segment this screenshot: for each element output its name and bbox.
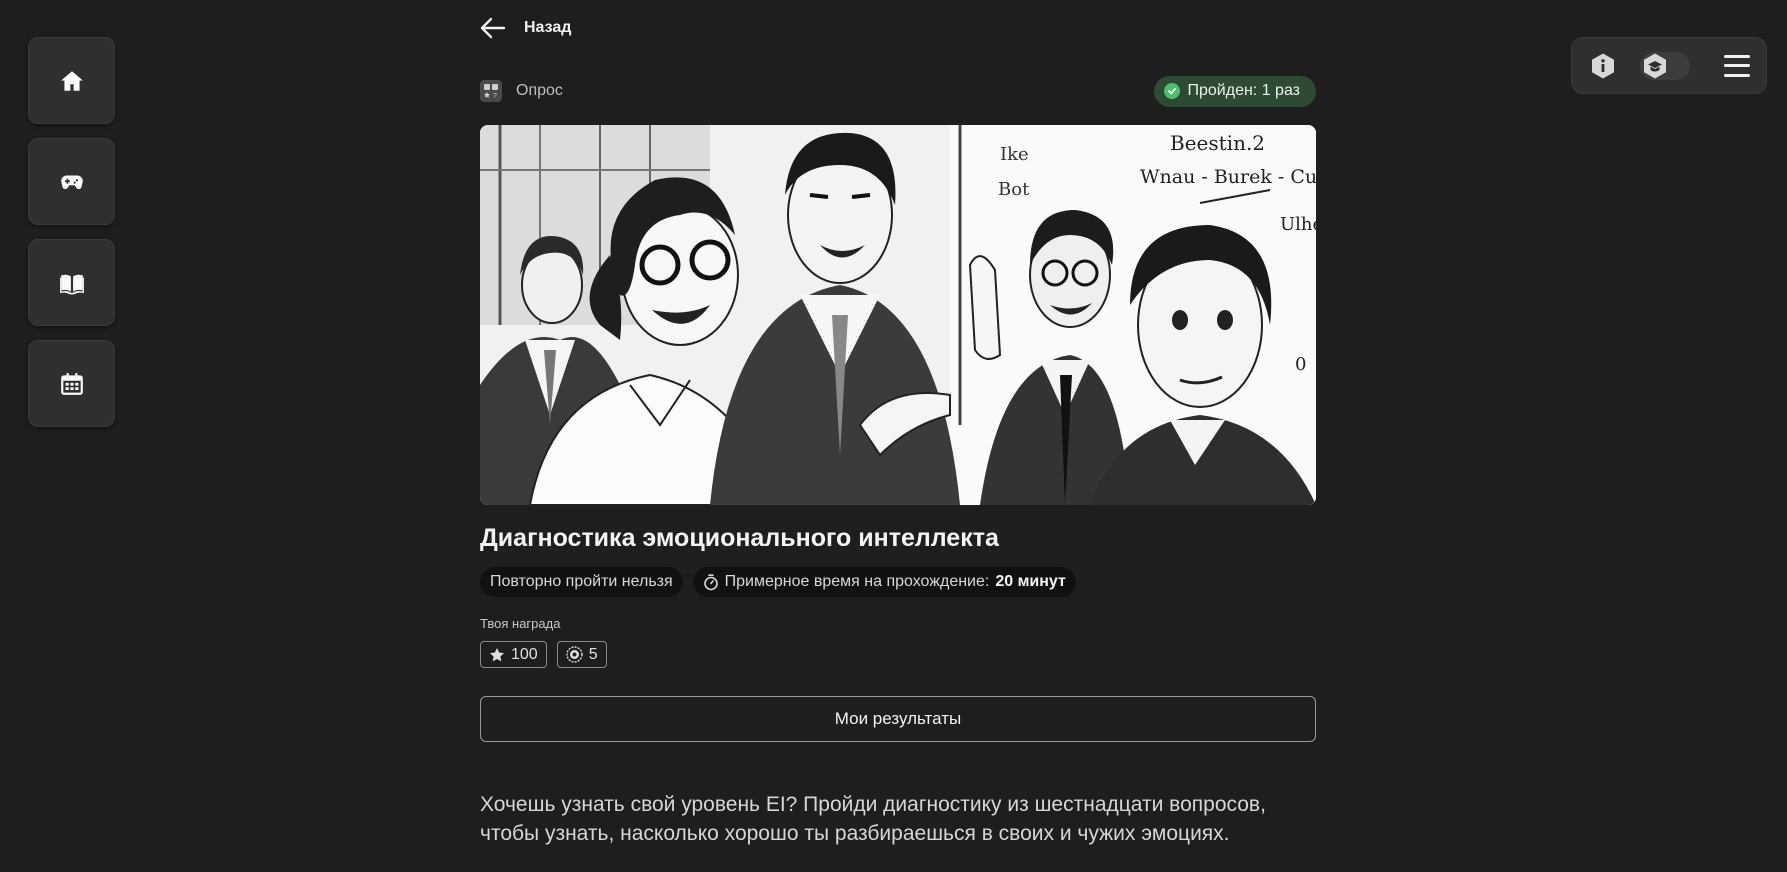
duration-chip: Примерное время на прохождение: 20 минут [692, 567, 1076, 597]
coin-icon [566, 646, 583, 663]
survey-description: Хочешь узнать свой уровень EI? Пройди ди… [480, 793, 1266, 845]
rewards-row: 100 5 [480, 641, 607, 668]
reward-points-value: 100 [511, 645, 538, 663]
arrow-left-icon [480, 17, 506, 39]
my-results-button[interactable]: Мои результаты [480, 696, 1316, 742]
status-text: Пройден: 1 раз [1187, 82, 1301, 99]
retake-chip-label: Повторно пройти нельзя [490, 573, 673, 590]
sidebar-item-games[interactable] [28, 138, 115, 225]
survey-meta-row: ? Опрос Пройден: 1 раз [480, 75, 1316, 107]
stopwatch-icon [703, 573, 718, 590]
top-toolbar [1571, 37, 1767, 94]
info-icon [1592, 53, 1614, 78]
status-badge: Пройден: 1 раз [1153, 75, 1316, 107]
toggle-knob [1640, 52, 1670, 80]
star-icon [490, 647, 504, 661]
office-people-illustration: Ike Bot Beestin.2 Wnau - Burek - Cu Ulhe… [480, 125, 1316, 505]
graduation-cap-icon [1644, 53, 1666, 78]
board-text: Wnau - Burek - Cu [1140, 166, 1316, 188]
hero-illustration: Ike Bot Beestin.2 Wnau - Burek - Cu Ulhe… [480, 125, 1316, 505]
home-icon [60, 70, 83, 91]
board-text: Ike [1000, 144, 1029, 165]
menu-line [1724, 73, 1750, 77]
menu-line [1724, 54, 1750, 58]
menu-line [1724, 64, 1750, 67]
menu-icon[interactable] [1724, 54, 1750, 77]
survey-type-label: Опрос [516, 82, 563, 99]
back-link[interactable]: Назад [480, 14, 571, 42]
info-button[interactable] [1588, 51, 1618, 81]
board-text: Beestin.2 [1170, 131, 1265, 155]
back-label: Назад [524, 19, 572, 36]
svg-text:?: ? [493, 93, 497, 99]
sidebar-item-library[interactable] [28, 239, 115, 326]
sidebar [28, 37, 115, 427]
retake-chip: Повторно пройти нельзя [480, 567, 683, 597]
calendar-icon [60, 372, 83, 395]
board-text: 0 [1295, 354, 1306, 375]
reward-coins: 5 [556, 641, 607, 668]
gamepad-icon [60, 175, 83, 189]
sidebar-item-home[interactable] [28, 37, 115, 124]
duration-chip-prefix: Примерное время на прохождение: [724, 573, 990, 590]
survey-type-icon: ? [480, 80, 502, 102]
duration-chip-value: 20 минут [995, 573, 1066, 590]
board-text: Bot [998, 179, 1030, 200]
check-circle-icon [1163, 83, 1180, 99]
reward-points: 100 [480, 641, 547, 668]
survey-chips: Повторно пройти нельзя Примерное время н… [480, 567, 1076, 597]
reward-coins-value: 5 [588, 645, 598, 663]
book-icon [59, 274, 84, 294]
sidebar-item-calendar[interactable] [28, 340, 115, 427]
page-title: Диагностика эмоционального интеллекта [480, 524, 999, 552]
reward-label: Твоя награда [480, 616, 561, 631]
education-toggle[interactable] [1640, 51, 1690, 80]
board-text: Ulhe [1280, 214, 1316, 235]
